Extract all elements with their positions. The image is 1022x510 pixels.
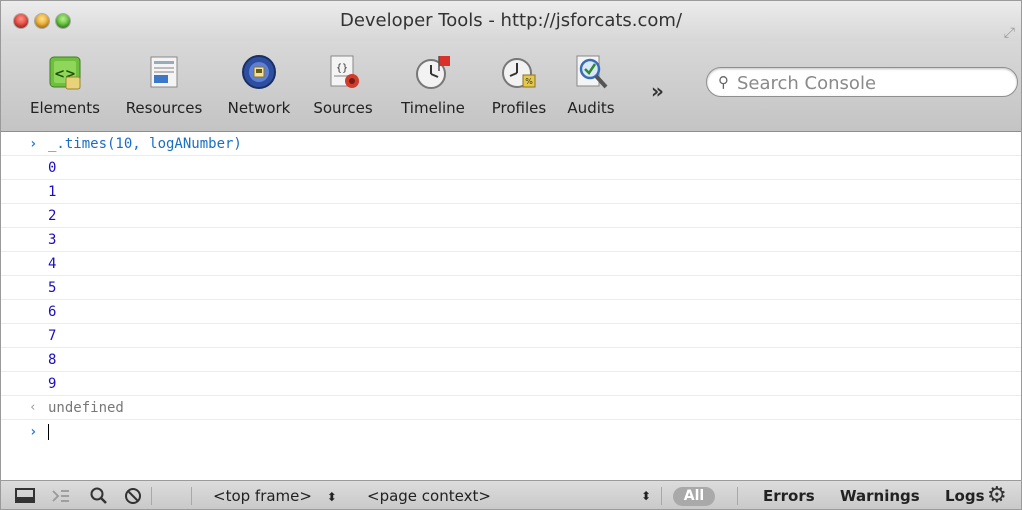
tab-resources[interactable]: Resources — [118, 47, 210, 127]
separator — [661, 487, 662, 505]
inspect-element-button[interactable] — [89, 481, 109, 509]
elements-icon: <> — [49, 56, 81, 90]
console-output-value: 0 — [48, 160, 57, 176]
resources-icon — [150, 56, 178, 88]
filter-warnings-button[interactable]: Warnings — [840, 481, 920, 509]
tab-audits-label: Audits — [567, 99, 615, 117]
console-result: undefined — [48, 400, 124, 416]
tab-sources-label: Sources — [313, 99, 373, 117]
close-window-button[interactable] — [14, 14, 28, 28]
console-output-row: 6 — [1, 300, 1021, 324]
tab-profiles[interactable]: % Profiles — [483, 47, 555, 127]
console-output-value: 9 — [48, 376, 57, 392]
toolbar: <> Elements Resources Network {} Sources… — [1, 41, 1021, 132]
prompt-arrow-icon: › — [29, 136, 38, 152]
filter-errors-button[interactable]: Errors — [763, 481, 815, 509]
tab-timeline[interactable]: Timeline — [390, 47, 476, 127]
tab-network[interactable]: Network — [221, 47, 297, 127]
console-output-row: 3 — [1, 228, 1021, 252]
tab-audits[interactable]: Audits — [561, 47, 621, 127]
filter-all-button[interactable]: All — [673, 487, 715, 506]
settings-gear-icon[interactable]: ⚙ — [987, 481, 1007, 509]
console-output-value: 8 — [48, 352, 57, 368]
console-panel[interactable]: › _.times(10, logANumber) 0 1 2 3 4 5 6 … — [1, 132, 1021, 480]
frame-select[interactable]: <top frame> ⬍ — [213, 481, 337, 509]
dock-toggle-button[interactable] — [15, 481, 35, 509]
console-output-row: 9 — [1, 372, 1021, 396]
result-arrow-icon: ‹ — [29, 400, 37, 415]
clear-console-button[interactable] — [123, 481, 143, 509]
tab-resources-label: Resources — [125, 99, 203, 117]
console-output-row: 4 — [1, 252, 1021, 276]
search-console-input[interactable] — [735, 71, 1009, 95]
magnifier-icon — [90, 487, 107, 504]
select-arrows-icon: ⬍ — [326, 490, 337, 504]
console-output-value: 5 — [48, 280, 57, 296]
network-icon — [242, 55, 276, 89]
timeline-icon — [416, 56, 450, 89]
context-select-value: <page context> — [367, 487, 491, 505]
search-console-field[interactable]: ⚲ — [706, 67, 1018, 97]
text-caret — [48, 424, 49, 440]
tab-sources[interactable]: {} Sources — [307, 47, 379, 127]
console-output-row: 2 — [1, 204, 1021, 228]
console-command: _.times(10, logANumber) — [48, 136, 242, 152]
console-output-value: 6 — [48, 304, 57, 320]
separator — [151, 487, 152, 505]
tab-network-label: Network — [227, 99, 291, 117]
console-output-row: 0 — [1, 156, 1021, 180]
audits-icon — [576, 55, 608, 89]
title-bar[interactable]: Developer Tools - http://jsforcats.com/ … — [1, 1, 1021, 41]
tab-timeline-label: Timeline — [401, 99, 465, 117]
separator — [191, 487, 192, 505]
svg-text:{}: {} — [336, 63, 348, 74]
clear-console-icon — [125, 488, 141, 504]
select-arrows-icon[interactable]: ⬍ — [641, 481, 651, 509]
search-icon: ⚲ — [718, 73, 729, 91]
window-title: Developer Tools - http://jsforcats.com/ — [339, 10, 683, 31]
svg-text:%: % — [525, 77, 533, 86]
separator — [737, 487, 738, 505]
frame-select-value: <top frame> — [213, 487, 312, 505]
tab-profiles-label: Profiles — [491, 99, 547, 117]
sources-icon: {} — [330, 55, 359, 88]
console-command-row: › _.times(10, logANumber) — [1, 132, 1021, 156]
console-drawer-icon — [52, 490, 69, 502]
status-bar: <top frame> ⬍ <page context> ⬍ All Error… — [1, 480, 1021, 509]
console-output-value: 7 — [48, 328, 57, 344]
context-select[interactable]: <page context> — [367, 481, 491, 509]
console-output-value: 2 — [48, 208, 57, 224]
console-output-value: 3 — [48, 232, 57, 248]
minimize-window-button[interactable] — [35, 14, 49, 28]
prompt-arrow-icon: › — [29, 424, 38, 440]
console-output-row: 1 — [1, 180, 1021, 204]
filter-logs-button[interactable]: Logs — [945, 481, 985, 509]
dock-icon — [15, 488, 35, 503]
console-output-value: 4 — [48, 256, 57, 272]
tab-elements[interactable]: <> Elements — [23, 47, 107, 127]
console-output-row: 7 — [1, 324, 1021, 348]
console-output-value: 1 — [48, 184, 57, 200]
console-output-row: 8 — [1, 348, 1021, 372]
console-result-row: ‹ undefined — [1, 396, 1021, 420]
console-prompt-row[interactable]: › — [1, 420, 1021, 444]
tab-elements-label: Elements — [30, 99, 100, 117]
profiles-icon: % — [502, 58, 536, 88]
devtools-window: Developer Tools - http://jsforcats.com/ … — [0, 0, 1022, 510]
console-drawer-button[interactable] — [51, 481, 71, 509]
console-output-row: 5 — [1, 276, 1021, 300]
zoom-window-button[interactable] — [56, 14, 70, 28]
more-tabs-button[interactable]: » — [651, 79, 664, 103]
